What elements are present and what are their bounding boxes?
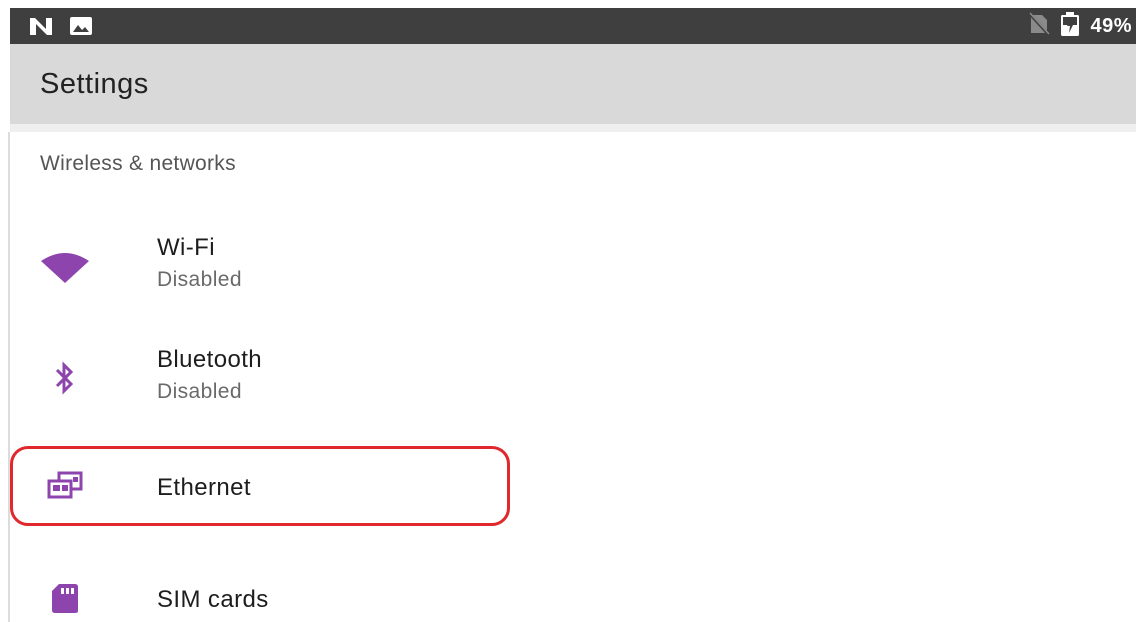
wifi-icon xyxy=(40,248,90,288)
status-bar: 49% xyxy=(10,8,1136,44)
battery-charging-icon xyxy=(1060,11,1080,42)
bluetooth-title: Bluetooth xyxy=(157,346,263,373)
bluetooth-icon xyxy=(40,358,90,398)
battery-percentage: 49% xyxy=(1090,14,1132,37)
ethernet-highlight-annotation xyxy=(10,446,510,526)
settings-screen: 49% Settings Wireless & networks Wi-Fi D… xyxy=(0,0,1139,622)
sim-cards-title: SIM cards xyxy=(157,586,269,613)
page-title: Settings xyxy=(40,68,149,100)
notification-n-icon xyxy=(28,14,54,38)
no-sim-icon xyxy=(1028,11,1051,41)
sim-card-icon xyxy=(40,580,90,616)
wifi-summary: Disabled xyxy=(157,268,242,291)
image-notification-icon xyxy=(68,14,94,38)
section-header-wireless: Wireless & networks xyxy=(40,152,236,175)
app-bar-divider xyxy=(10,124,1136,132)
wifi-title: Wi-Fi xyxy=(157,234,215,261)
bluetooth-summary: Disabled xyxy=(157,380,242,403)
app-bar: Settings xyxy=(10,44,1136,124)
settings-item-wifi[interactable]: Wi-Fi Disabled xyxy=(10,220,1136,320)
settings-item-bluetooth[interactable]: Bluetooth Disabled xyxy=(10,332,1136,432)
settings-item-sim-cards[interactable]: SIM cards xyxy=(10,560,1136,622)
status-right-group: 49% xyxy=(1028,8,1132,44)
